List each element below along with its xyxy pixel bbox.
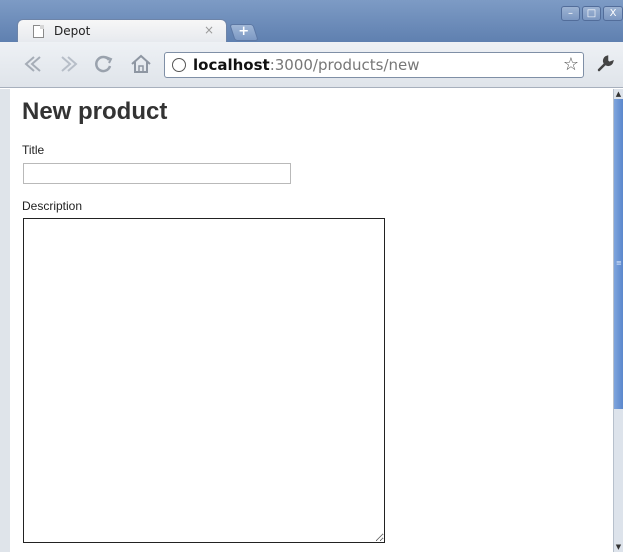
page-content: New product Title Description — [10, 89, 613, 552]
browser-toolbar: localhost:3000/products/new ☆ — [0, 42, 623, 88]
scroll-down-arrow-icon[interactable]: ▼ — [614, 542, 623, 552]
plus-icon: + — [238, 24, 250, 39]
minimize-button[interactable]: – — [561, 6, 580, 21]
close-tab-icon[interactable]: × — [204, 23, 214, 37]
window-border — [0, 89, 10, 552]
description-textarea[interactable] — [23, 218, 385, 543]
close-window-button[interactable]: X — [603, 6, 623, 21]
page-icon — [33, 25, 44, 38]
browser-tab[interactable]: Depot × — [17, 19, 227, 43]
wrench-icon[interactable] — [595, 54, 615, 79]
tab-title: Depot — [54, 24, 91, 38]
scrollbar-thumb[interactable]: ≡ — [614, 99, 623, 409]
new-tab-button[interactable]: + — [229, 24, 259, 41]
page-title: New product — [22, 98, 168, 125]
address-bar[interactable]: localhost:3000/products/new ☆ — [164, 52, 584, 78]
globe-icon — [172, 58, 186, 72]
grip-icon: ≡ — [616, 259, 622, 267]
vertical-scrollbar[interactable]: ▲ ≡ ▼ — [613, 89, 623, 552]
description-label: Description — [22, 199, 83, 213]
home-icon[interactable] — [129, 53, 153, 75]
back-icon[interactable] — [20, 53, 44, 75]
url-text[interactable]: localhost:3000/products/new — [193, 56, 420, 74]
reload-icon[interactable] — [92, 53, 116, 75]
window-titlebar: Depot × + – □ X — [0, 0, 623, 43]
forward-icon[interactable] — [56, 53, 80, 75]
scroll-up-arrow-icon[interactable]: ▲ — [614, 89, 623, 99]
maximize-button[interactable]: □ — [582, 6, 601, 21]
title-label: Title — [22, 143, 45, 157]
star-icon[interactable]: ☆ — [563, 54, 579, 75]
title-input[interactable] — [23, 163, 291, 184]
